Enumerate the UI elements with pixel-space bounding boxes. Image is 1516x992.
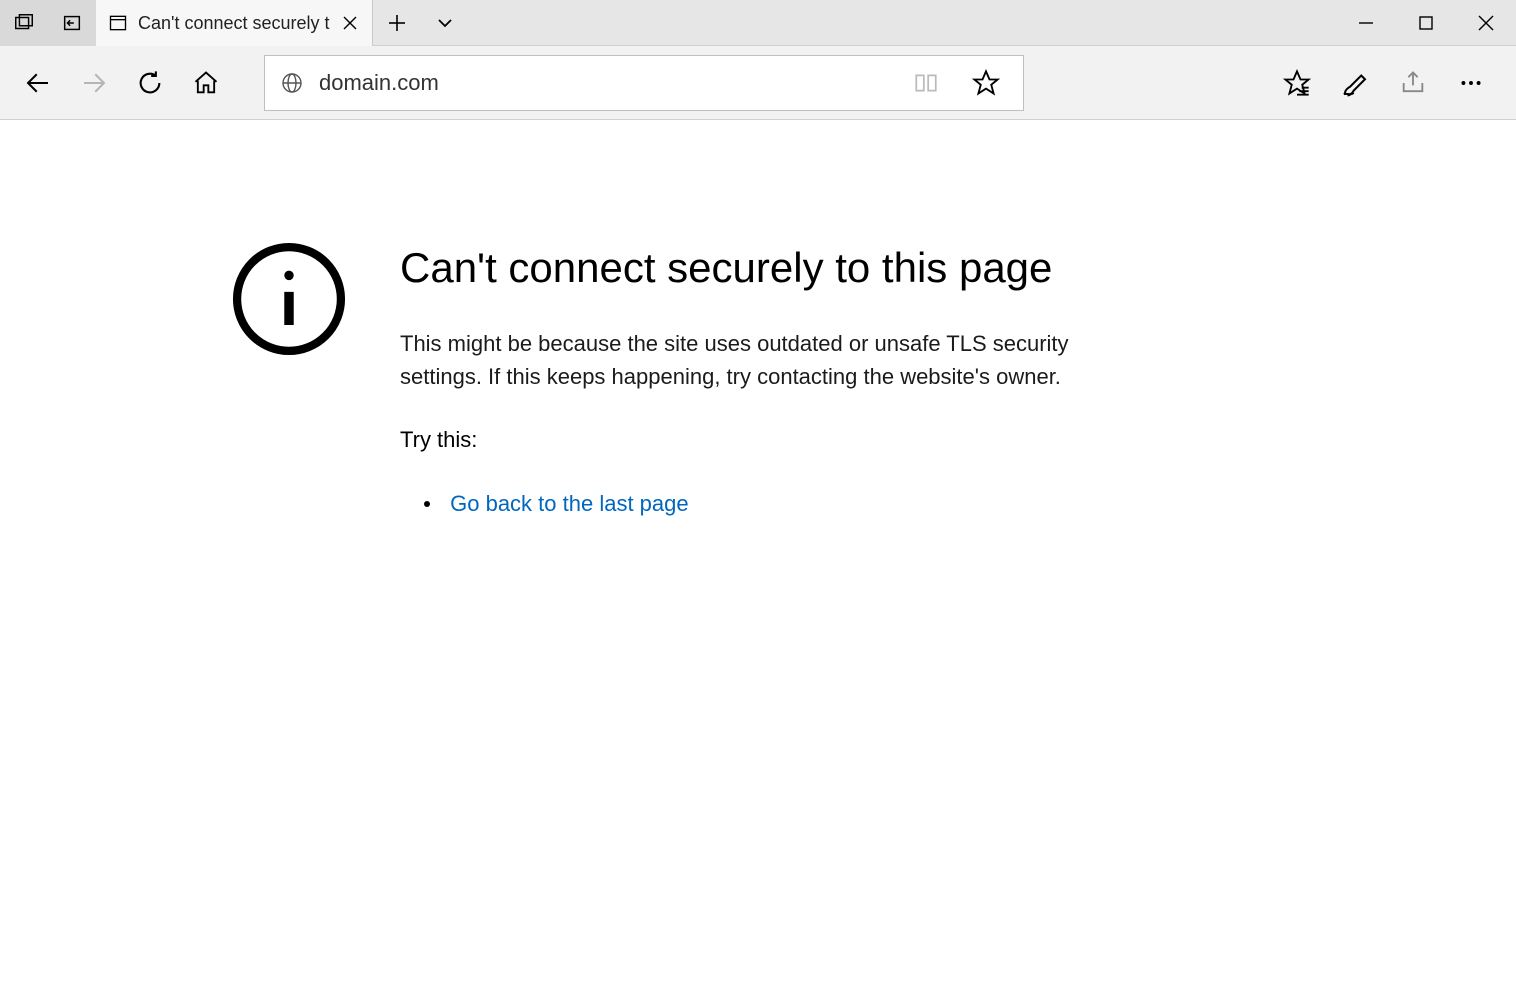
- toolbar-right: [1270, 56, 1506, 110]
- set-aside-tabs-button[interactable]: [48, 0, 96, 46]
- notes-button[interactable]: [1328, 56, 1382, 110]
- error-text: Can't connect securely to this page This…: [400, 240, 1130, 521]
- url-input[interactable]: [319, 56, 899, 110]
- tabs-overview-button[interactable]: [0, 0, 48, 46]
- favorites-hub-button[interactable]: [1270, 56, 1324, 110]
- window-controls: [1336, 0, 1516, 45]
- bullet-icon: [424, 501, 430, 507]
- back-button[interactable]: [10, 55, 66, 111]
- maximize-button[interactable]: [1396, 0, 1456, 46]
- close-tab-button[interactable]: [342, 15, 358, 31]
- new-tab-button[interactable]: [373, 0, 421, 46]
- title-bar: Can't connect securely t: [0, 0, 1516, 46]
- error-page: Can't connect securely to this page This…: [0, 120, 1516, 521]
- site-info-icon[interactable]: [265, 71, 319, 95]
- go-back-link[interactable]: Go back to the last page: [450, 491, 689, 516]
- share-button[interactable]: [1386, 56, 1440, 110]
- home-button[interactable]: [178, 55, 234, 111]
- refresh-button[interactable]: [122, 55, 178, 111]
- error-headline: Can't connect securely to this page: [400, 244, 1130, 292]
- browser-tab[interactable]: Can't connect securely t: [96, 0, 373, 46]
- tab-title: Can't connect securely t: [138, 13, 330, 34]
- settings-menu-button[interactable]: [1444, 56, 1498, 110]
- error-description: This might be because the site uses outd…: [400, 328, 1130, 393]
- suggestion-item: Go back to the last page: [424, 491, 1130, 517]
- address-bar[interactable]: [264, 55, 1024, 111]
- info-icon: [230, 240, 348, 521]
- tabstrip-controls: [373, 0, 469, 45]
- forward-button[interactable]: [66, 55, 122, 111]
- minimize-button[interactable]: [1336, 0, 1396, 46]
- titlebar-left: [0, 0, 96, 45]
- page-icon: [108, 13, 128, 33]
- favorite-button[interactable]: [959, 56, 1013, 110]
- tab-menu-button[interactable]: [421, 0, 469, 46]
- reading-view-button[interactable]: [899, 56, 953, 110]
- close-window-button[interactable]: [1456, 0, 1516, 46]
- try-this-label: Try this:: [400, 427, 1130, 453]
- toolbar: [0, 46, 1516, 120]
